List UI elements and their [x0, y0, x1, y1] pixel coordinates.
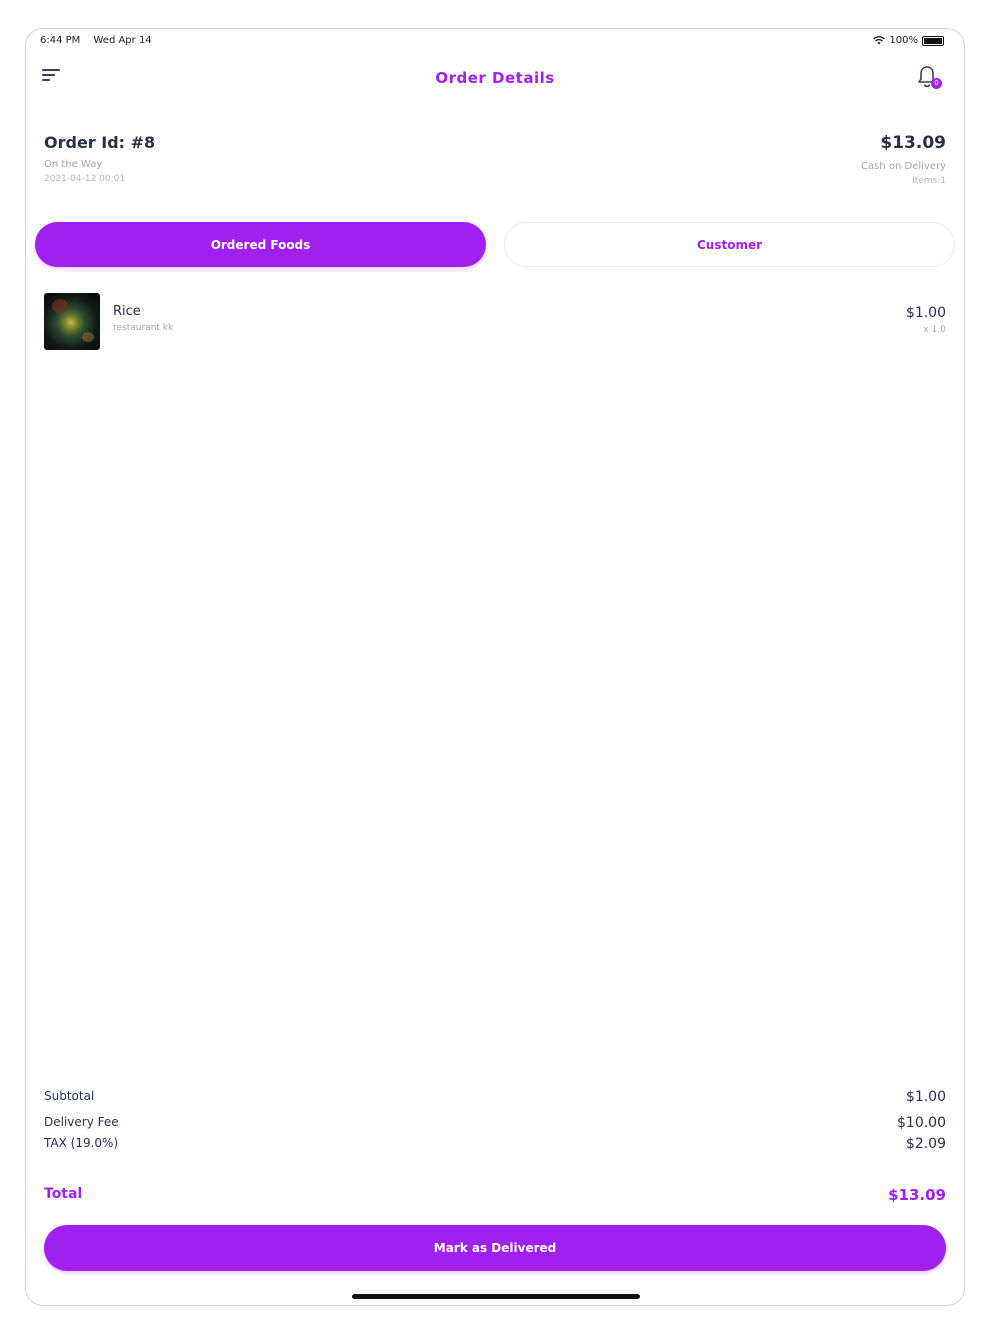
items-count: Items:1 — [912, 176, 946, 186]
battery-icon — [922, 35, 944, 46]
food-name: Rice — [113, 304, 141, 319]
notification-badge: 0 — [931, 78, 942, 89]
header: Order Details 0 — [26, 63, 964, 93]
subtotal-row: Subtotal $1.00 — [44, 1089, 946, 1107]
page-title: Order Details — [435, 69, 555, 87]
food-restaurant: restaurant kk — [113, 323, 174, 333]
subtotal-value: $1.00 — [905, 1089, 946, 1105]
status-time: 6:44 PM — [40, 35, 81, 46]
order-id: Order Id: #8 — [44, 133, 156, 152]
status-right: 100% — [873, 35, 944, 46]
total-value: $13.09 — [888, 1186, 946, 1204]
tax-label: TAX (19.0%) — [44, 1136, 119, 1150]
total-label: Total — [44, 1186, 83, 1202]
order-date: 2021-04-12 00:01 — [44, 174, 126, 184]
tax-value: $2.09 — [905, 1136, 946, 1152]
subtotal-label: Subtotal — [44, 1089, 95, 1103]
status-left: 6:44 PM Wed Apr 14 — [40, 35, 152, 46]
order-total: $13.09 — [880, 133, 946, 153]
tab-customer[interactable]: Customer — [504, 222, 955, 267]
tab-bar: Ordered Foods Customer — [35, 222, 955, 268]
delivery-fee-label: Delivery Fee — [44, 1115, 119, 1129]
delivery-fee-row: Delivery Fee $10.00 — [44, 1115, 946, 1133]
payment-method: Cash on Delivery — [861, 161, 946, 172]
price-summary: Subtotal $1.00 Delivery Fee $10.00 TAX (… — [44, 1089, 946, 1219]
status-bar: 6:44 PM Wed Apr 14 100% — [40, 34, 944, 50]
food-image — [44, 293, 100, 350]
food-list-item[interactable]: Rice restaurant kk $1.00 x 1.0 — [44, 293, 946, 351]
delivery-fee-value: $10.00 — [897, 1115, 946, 1131]
order-status: On the Way — [44, 159, 103, 170]
notification-button[interactable]: 0 — [916, 65, 942, 91]
order-summary-header: Order Id: #8 On the Way 2021-04-12 00:01… — [44, 133, 946, 193]
food-price: $1.00 — [905, 305, 946, 321]
tax-row: TAX (19.0%) $2.09 — [44, 1136, 946, 1154]
status-date: Wed Apr 14 — [93, 35, 152, 46]
home-indicator[interactable] — [352, 1294, 640, 1299]
tab-ordered-foods[interactable]: Ordered Foods — [35, 222, 486, 267]
food-quantity: x 1.0 — [923, 325, 947, 335]
total-row: Total $13.09 — [44, 1186, 946, 1204]
app-screen: 6:44 PM Wed Apr 14 100% Order Details 0 … — [25, 28, 965, 1306]
battery-percent: 100% — [889, 35, 918, 46]
wifi-icon — [873, 36, 886, 45]
mark-delivered-button[interactable]: Mark as Delivered — [44, 1225, 946, 1271]
